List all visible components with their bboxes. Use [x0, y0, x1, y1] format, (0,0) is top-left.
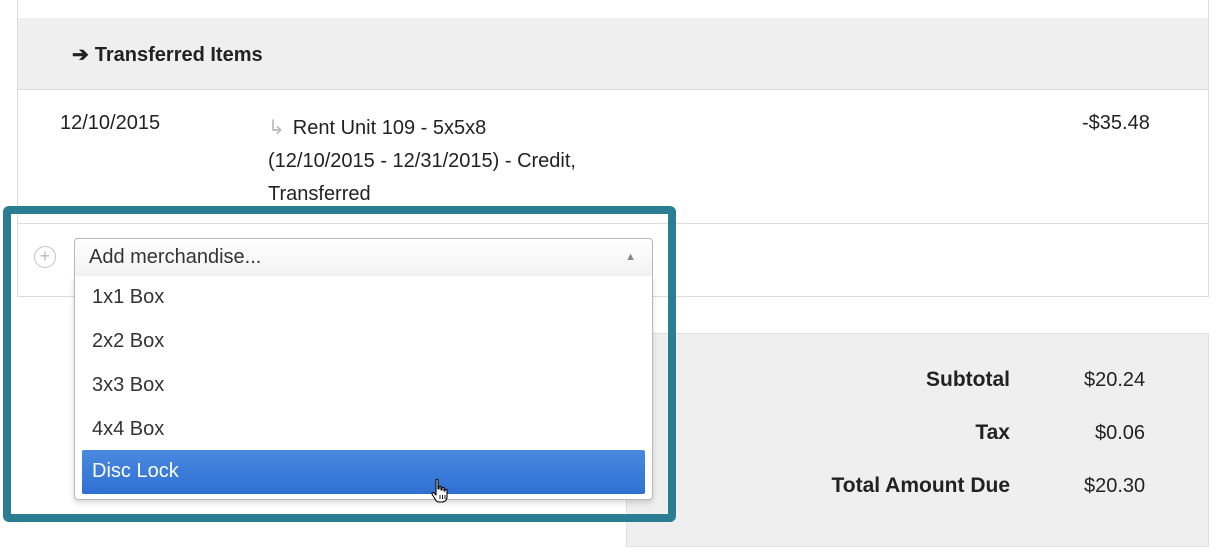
section-header: ➔ Transferred Items [18, 18, 1208, 90]
dropdown-option-label: 3x3 Box [92, 374, 165, 396]
dropdown-option-label: 1x1 Box [92, 286, 165, 308]
item-description-line3: Transferred [268, 183, 371, 205]
subtotal-value: $20.24 [1084, 369, 1146, 391]
sub-item-arrow-icon: ↳ [268, 117, 285, 139]
merchandise-dropdown: 1x1 Box 2x2 Box 3x3 Box 4x4 Box Disc Loc… [74, 276, 653, 500]
row-divider [17, 223, 1209, 224]
tax-label: Tax [975, 421, 1010, 444]
subtotal-label: Subtotal [926, 368, 1010, 391]
merchandise-select[interactable]: Add merchandise... ▲ [74, 238, 653, 276]
total-due-value: $20.30 [1084, 475, 1146, 497]
dropdown-option-label: Disc Lock [92, 460, 179, 482]
item-date: 12/10/2015 [60, 112, 161, 134]
merchandise-select-placeholder: Add merchandise... [89, 246, 262, 268]
totals-panel: Subtotal $20.24 Tax $0.06 Total Amount D… [626, 333, 1209, 547]
arrow-right-icon: ➔ [72, 44, 89, 66]
dropdown-option[interactable]: 3x3 Box [75, 364, 652, 408]
dropdown-option[interactable]: 1x1 Box [75, 276, 652, 320]
section-title-label: Transferred Items [94, 44, 263, 66]
item-description: ↳ Rent Unit 109 - 5x5x8 (12/10/2015 - 12/… [268, 112, 688, 211]
total-due-label: Total Amount Due [831, 474, 1010, 497]
item-amount: -$35.48 [1082, 112, 1150, 134]
dropdown-option-label: 4x4 Box [92, 418, 165, 440]
item-description-line1: Rent Unit 109 - 5x5x8 [292, 117, 487, 139]
dropdown-option-label: 2x2 Box [92, 330, 165, 352]
hand-pointer-icon [431, 478, 448, 503]
dropdown-option[interactable]: 4x4 Box [75, 408, 652, 452]
add-merchandise-plus-icon[interactable]: + [34, 246, 56, 268]
dropdown-option[interactable]: 2x2 Box [75, 320, 652, 364]
caret-up-icon: ▲ [625, 251, 636, 263]
table-top-row [18, 0, 1208, 19]
section-title: ➔ Transferred Items [72, 42, 263, 67]
dropdown-option-selected[interactable]: Disc Lock [82, 450, 645, 494]
tax-value: $0.06 [1095, 422, 1146, 444]
item-description-line2: (12/10/2015 - 12/31/2015) - Credit, [268, 150, 576, 172]
